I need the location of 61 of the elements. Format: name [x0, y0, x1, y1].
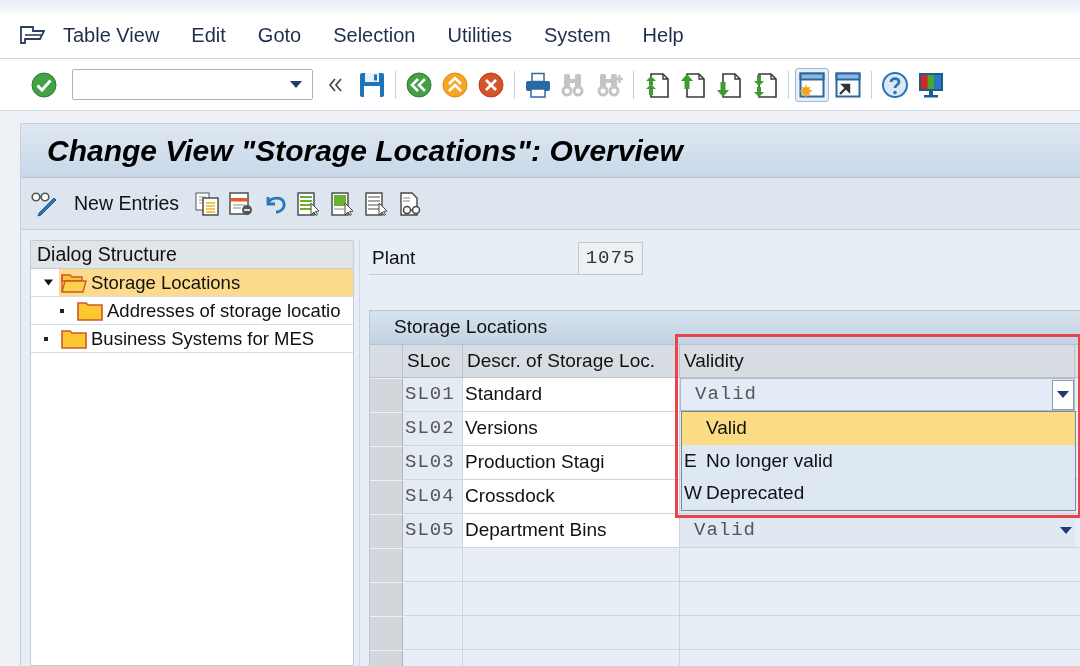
plant-field[interactable]: 1075	[578, 242, 643, 275]
dropdown-button[interactable]	[1052, 379, 1074, 410]
tree-item[interactable]: Business Systems for MES	[59, 325, 353, 352]
tree-item[interactable]: Storage Locations	[59, 269, 353, 296]
page-double-arrow-up-icon[interactable]	[644, 71, 670, 98]
check-icon[interactable]	[31, 71, 57, 98]
dropdown-option[interactable]: W Deprecated	[682, 477, 1075, 510]
copy-pages-icon[interactable]	[195, 191, 220, 216]
table-title: Storage Locations	[394, 315, 548, 340]
table-cell: Department Bins	[463, 514, 680, 547]
page-arrow-down-icon[interactable]	[716, 71, 742, 98]
caret-down-icon	[1057, 391, 1069, 398]
menu-item[interactable]: System	[543, 20, 611, 50]
table-cell: SL05	[403, 514, 463, 547]
table-cell: SL04	[403, 480, 463, 513]
table-cell: SL02	[403, 412, 463, 445]
validity-combobox[interactable]: Valid	[680, 378, 1075, 411]
table-cell: Versions	[463, 412, 680, 445]
table-cell: SL01	[403, 378, 463, 411]
column-header[interactable]: Validity	[680, 345, 1075, 377]
page-double-arrow-down-icon[interactable]	[752, 71, 778, 98]
window-title: Change View "Storage Locations": Overview	[47, 133, 683, 169]
column-header[interactable]: Descr. of Storage Loc.	[463, 345, 680, 377]
save-icon[interactable]	[359, 71, 385, 98]
page-arrow-up-icon[interactable]	[680, 71, 706, 98]
menu-item[interactable]: Selection	[333, 20, 416, 50]
menu-item[interactable]: Utilities	[447, 20, 512, 50]
command-field[interactable]	[72, 69, 313, 100]
new-entries-button[interactable]: New Entries	[69, 186, 185, 221]
expanded-triangle-icon[interactable]	[44, 278, 53, 287]
table-cell: Crossdock	[463, 480, 680, 513]
panel-header: Dialog Structure	[37, 241, 177, 267]
glasses-pencil-icon[interactable]	[31, 190, 59, 217]
table-cell: Production Stagi	[463, 446, 680, 479]
dropdown-option[interactable]: E No longer valid	[682, 444, 1075, 477]
printer-icon[interactable]	[525, 71, 551, 98]
tree-item[interactable]: Addresses of storage locatio	[75, 297, 353, 324]
open-folder-icon	[61, 272, 87, 293]
exit-icon[interactable]	[442, 71, 468, 98]
table-cell: SL03	[403, 446, 463, 479]
column-header[interactable]: SLoc	[403, 345, 463, 377]
menu-item[interactable]: Goto	[257, 20, 302, 50]
help-icon[interactable]	[882, 71, 908, 98]
double-chevron-left-icon[interactable]	[327, 76, 343, 93]
menu-item[interactable]: Edit	[191, 20, 226, 50]
caret-down-icon	[1060, 527, 1072, 534]
cancel-icon[interactable]	[478, 71, 504, 98]
menu-item[interactable]: Table View	[63, 20, 160, 50]
system-menu-icon[interactable]	[20, 25, 45, 45]
delete-row-icon[interactable]	[229, 191, 254, 216]
table-cell: Standard	[463, 378, 680, 411]
select-all-icon[interactable]	[297, 191, 322, 216]
deselect-all-icon[interactable]	[365, 191, 390, 216]
menu-item[interactable]: Help	[642, 20, 684, 50]
caret-down-icon	[290, 81, 302, 88]
back-icon[interactable]	[406, 71, 432, 98]
folder-icon	[61, 328, 87, 349]
select-block-icon[interactable]	[331, 191, 356, 216]
monitor-icon[interactable]	[918, 71, 944, 98]
folder-icon	[77, 300, 103, 321]
dropdown-option[interactable]: Valid	[682, 412, 1075, 445]
